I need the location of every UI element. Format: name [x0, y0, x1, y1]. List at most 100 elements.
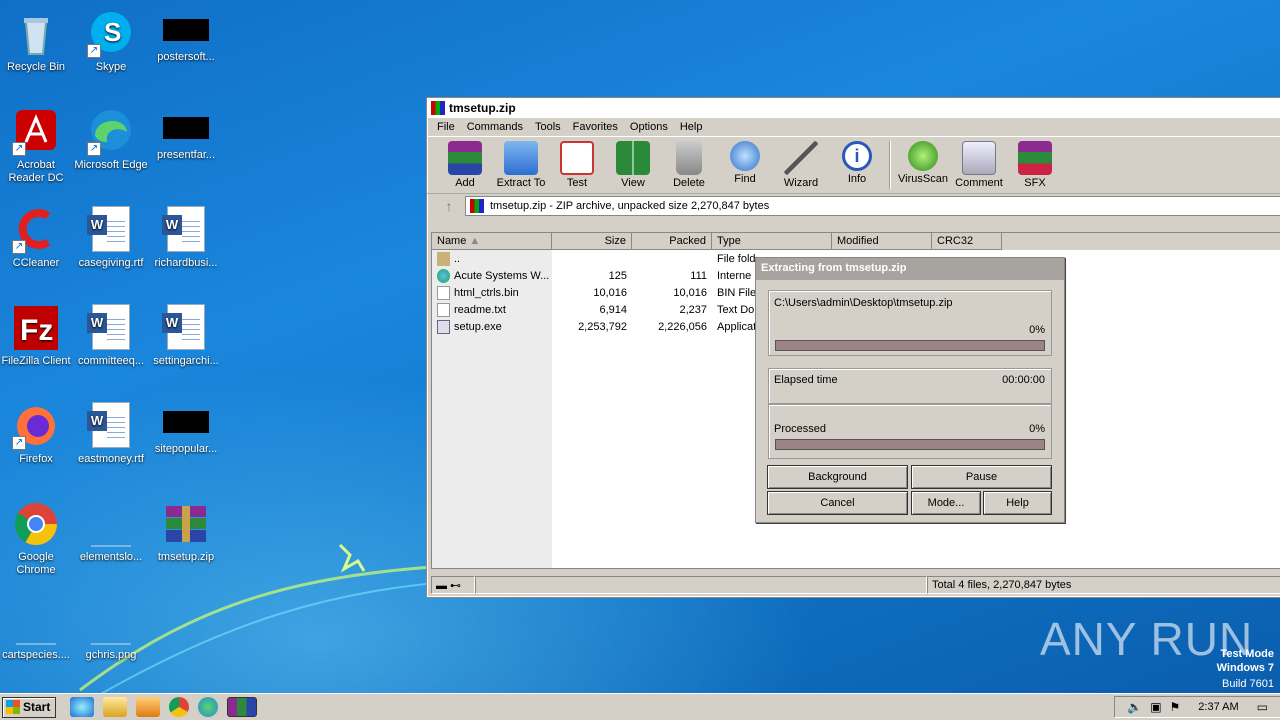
word-doc-icon: W	[87, 206, 130, 252]
status-text: Total 4 files, 2,270,847 bytes	[927, 576, 1280, 594]
acrobat-icon: ↗	[12, 108, 60, 156]
chrome-icon[interactable]	[169, 697, 189, 717]
skype-icon: S ↗	[87, 10, 135, 58]
menu-tools[interactable]: Tools	[529, 121, 567, 133]
clock[interactable]: 2:37 AM	[1198, 701, 1238, 713]
address-field[interactable]: tmsetup.zip - ZIP archive, unpacked size…	[465, 196, 1280, 216]
black-thumbnail	[163, 19, 209, 41]
info-icon: i	[842, 141, 872, 171]
desktop-icon-sitepopular[interactable]: sitepopular...	[148, 398, 224, 456]
background-button[interactable]: Background	[767, 465, 908, 489]
desktop-icon-elementslo[interactable]: elementslo...	[73, 496, 149, 564]
desktop-icon-recycle-bin[interactable]: Recycle Bin	[0, 6, 74, 74]
window-titlebar[interactable]: tmsetup.zip	[427, 98, 1280, 118]
address-bar: ↑ tmsetup.zip - ZIP archive, unpacked si…	[427, 194, 1280, 218]
flag-icon[interactable]: ⚑	[1170, 700, 1181, 714]
column-name[interactable]: Name ▲	[432, 233, 552, 250]
sfx-button[interactable]: SFX	[1007, 141, 1063, 189]
desktop-icon-chrome[interactable]: Google Chrome	[0, 496, 74, 577]
word-doc-icon: W	[87, 402, 130, 448]
desktop-icon-eastmoney[interactable]: W eastmoney.rtf	[73, 398, 149, 466]
menu-bar: File Commands Tools Favorites Options He…	[427, 118, 1280, 136]
desktop-icon-settingarchi[interactable]: W settingarchi...	[148, 300, 224, 368]
magnifier-icon	[730, 141, 760, 171]
start-button[interactable]: Start	[2, 696, 56, 718]
view-button[interactable]: View	[605, 141, 661, 189]
virusscan-button[interactable]: VirusScan	[895, 141, 951, 185]
status-bar: ▬ ⊷ Total 4 files, 2,270,847 bytes	[431, 576, 1280, 594]
extract-dialog: Extracting from tmsetup.zip C:\Users\adm…	[755, 257, 1065, 523]
cancel-button[interactable]: Cancel	[767, 491, 908, 515]
winrar-taskbar-icon[interactable]	[227, 697, 257, 717]
exe-icon	[437, 319, 450, 334]
filezilla-icon: Fz	[12, 304, 60, 352]
archive-path: C:\Users\admin\Desktop\tmsetup.zip	[774, 297, 953, 309]
svg-text:Fz: Fz	[20, 314, 53, 347]
drive-icon[interactable]: ▬ ⊷	[431, 576, 475, 594]
help-button[interactable]: Help	[983, 491, 1052, 515]
desktop-icon-gchris[interactable]: gchris.png	[73, 594, 149, 662]
delete-button[interactable]: Delete	[661, 141, 717, 189]
archive-icon	[470, 199, 484, 213]
word-doc-icon: W	[162, 304, 205, 350]
file-progress-group: C:\Users\admin\Desktop\tmsetup.zip 0%	[768, 290, 1052, 356]
add-button[interactable]: Add	[437, 141, 493, 189]
edge-icon[interactable]	[198, 697, 218, 717]
word-doc-icon: W	[87, 304, 130, 350]
column-modified[interactable]: Modified	[832, 233, 932, 250]
menu-favorites[interactable]: Favorites	[567, 121, 624, 133]
globe-icon	[437, 268, 450, 283]
up-arrow-icon[interactable]: ↑	[433, 196, 465, 216]
dialog-title[interactable]: Extracting from tmsetup.zip	[756, 258, 1064, 280]
desktop-icon-acrobat[interactable]: ↗ Acrobat Reader DC	[0, 104, 74, 185]
winrar-icon	[162, 500, 210, 548]
menu-commands[interactable]: Commands	[461, 121, 529, 133]
svg-text:S: S	[104, 17, 121, 47]
edge-icon: ↗	[87, 108, 135, 156]
desktop-icon-filezilla[interactable]: Fz FileZilla Client	[0, 300, 74, 368]
column-size[interactable]: Size	[552, 233, 632, 250]
volume-icon[interactable]: 🔈	[1127, 700, 1142, 714]
desktop-icon-presentfar[interactable]: presentfar...	[148, 104, 224, 162]
taskbar: Start 🔈 ▣ ⚑ 2:37 AM ▭	[0, 693, 1280, 720]
mode-button[interactable]: Mode...	[911, 491, 981, 515]
desktop-icon-casegiving[interactable]: W casegiving.rtf	[73, 202, 149, 270]
desktop-icon-committeeq[interactable]: W committeeq...	[73, 300, 149, 368]
info-button[interactable]: i Info	[829, 141, 885, 185]
test-button[interactable]: Test	[549, 141, 605, 189]
menu-options[interactable]: Options	[624, 121, 674, 133]
media-player-icon[interactable]	[136, 697, 160, 717]
comment-button[interactable]: Comment	[951, 141, 1007, 189]
desktop-icon-edge[interactable]: ↗ Microsoft Edge	[73, 104, 149, 172]
file-percent: 0%	[1029, 324, 1045, 336]
menu-file[interactable]: File	[431, 121, 461, 133]
list-header: Name ▲ Size Packed Type Modified CRC32	[432, 233, 1280, 250]
desktop-icon-tmsetup[interactable]: tmsetup.zip	[148, 496, 224, 564]
ie-icon[interactable]	[70, 697, 94, 717]
desktop-icon-skype[interactable]: S ↗ Skype	[73, 6, 149, 74]
wizard-button[interactable]: Wizard	[773, 141, 829, 189]
toolbar: Add Extract To Test View Delete Find Wiz…	[427, 136, 1280, 194]
column-type[interactable]: Type	[712, 233, 832, 250]
file-progress-bar	[775, 340, 1045, 351]
desktop-icon-ccleaner[interactable]: ↗ CCleaner	[0, 202, 74, 270]
find-button[interactable]: Find	[717, 141, 773, 185]
os-text: Windows 7	[1216, 662, 1274, 674]
desktop-icon-firefox[interactable]: ↗ Firefox	[0, 398, 74, 466]
column-crc32[interactable]: CRC32	[932, 233, 1002, 250]
explorer-icon[interactable]	[103, 697, 127, 717]
virus-icon	[908, 141, 938, 171]
processed-label: Processed	[774, 423, 826, 435]
network-icon[interactable]: ▣	[1150, 700, 1161, 714]
column-packed[interactable]: Packed	[632, 233, 712, 250]
test-mode-text: Test Mode	[1220, 648, 1274, 660]
pause-button[interactable]: Pause	[911, 465, 1052, 489]
menu-help[interactable]: Help	[674, 121, 709, 133]
elapsed-group: Elapsed time 00:00:00	[768, 368, 1052, 404]
show-desktop-icon[interactable]: ▭	[1257, 700, 1268, 714]
desktop-icon-cartspecies[interactable]: cartspecies....	[0, 594, 74, 662]
desktop-icon-richardbusi[interactable]: W richardbusi...	[148, 202, 224, 270]
folder-icon	[437, 251, 450, 266]
extract-to-button[interactable]: Extract To	[493, 141, 549, 189]
desktop-icon-postersoft[interactable]: postersoft...	[148, 6, 224, 64]
